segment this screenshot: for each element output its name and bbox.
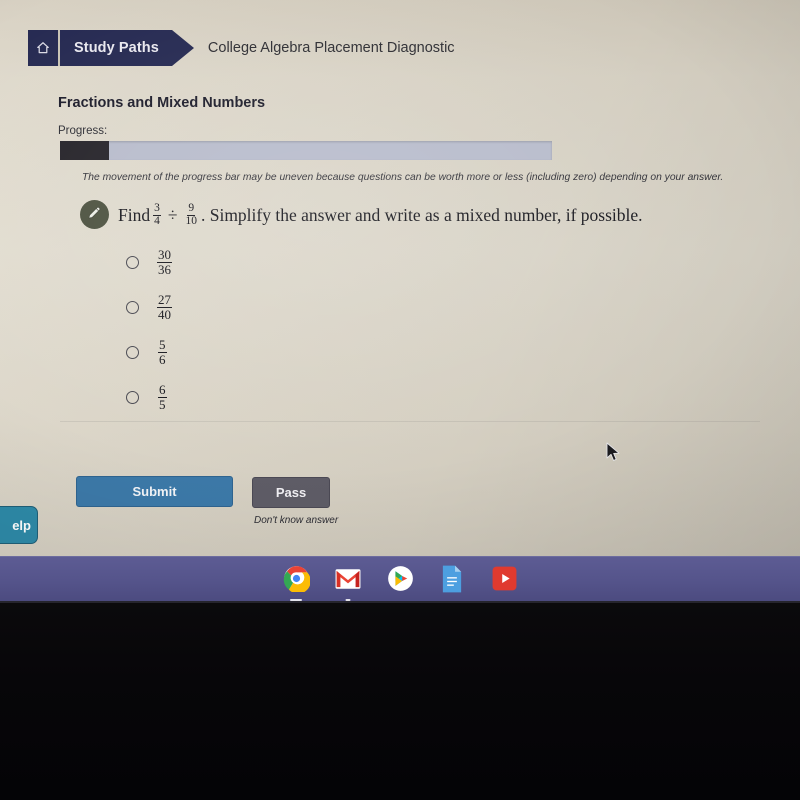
answer-option-fraction: 5 6: [158, 338, 167, 366]
help-tab[interactable]: elp: [0, 506, 38, 544]
radio-button[interactable]: [126, 346, 139, 359]
mouse-cursor: [606, 442, 622, 464]
answer-option[interactable]: 5 6: [126, 330, 326, 375]
monitor-bezel: [0, 601, 800, 800]
answer-option-fraction: 27 40: [157, 293, 172, 321]
question-operator: ÷: [167, 204, 178, 225]
breadcrumb-current-title: College Algebra Placement Diagnostic: [207, 40, 455, 56]
operand-1-numerator: 3: [153, 202, 161, 216]
pass-button-label: Pass: [275, 485, 307, 500]
question-text: Find 3 4 ÷ 9 10 . Simplify the answer an…: [118, 202, 643, 228]
radio-button[interactable]: [126, 256, 139, 269]
answer-option[interactable]: 6 5: [126, 375, 326, 420]
chromeos-shelf: [0, 556, 800, 601]
question-operand-2: 9 10: [184, 202, 198, 228]
page-title: Fractions and Mixed Numbers: [58, 95, 266, 111]
answer-denominator: 6: [159, 352, 166, 367]
progress-bar: [60, 141, 552, 160]
help-tab-label: elp: [12, 517, 31, 533]
progress-bar-fill: [60, 141, 110, 160]
question-badge: [80, 200, 109, 229]
answer-option[interactable]: 27 40: [126, 285, 326, 330]
gmail-icon[interactable]: [334, 565, 362, 593]
question-tail: . Simplify the answer and write as a mix…: [200, 204, 643, 225]
answer-numerator: 27: [157, 292, 172, 308]
answer-numerator: 30: [157, 247, 172, 263]
home-button[interactable]: [28, 30, 60, 66]
radio-button[interactable]: [126, 301, 139, 314]
answer-denominator: 36: [158, 262, 171, 277]
pass-button-caption: Don't know answer: [254, 515, 339, 526]
question-lead: Find: [118, 204, 151, 225]
answer-option-fraction: 30 36: [157, 248, 172, 276]
play-store-icon[interactable]: [386, 565, 414, 593]
radio-button[interactable]: [126, 391, 139, 404]
breadcrumb-tab-label: Study Paths: [74, 40, 159, 56]
pass-button[interactable]: Pass: [252, 477, 330, 508]
progress-label: Progress:: [58, 125, 108, 137]
pencil-icon: [86, 204, 103, 226]
content-divider: [60, 421, 760, 422]
answer-denominator: 40: [158, 307, 171, 322]
google-docs-icon[interactable]: [438, 565, 466, 593]
home-icon: [36, 41, 50, 55]
operand-2-numerator: 9: [187, 202, 196, 216]
question-operand-1: 3 4: [153, 202, 161, 228]
answer-numerator: 5: [158, 337, 167, 353]
answer-option[interactable]: 30 36: [126, 240, 326, 285]
breadcrumb-tab-study-paths[interactable]: Study Paths: [60, 30, 172, 66]
answer-numerator: 6: [158, 382, 167, 398]
answer-options: 30 36 27 40 5 6 6 5: [126, 240, 326, 420]
operand-1-denominator: 4: [154, 214, 160, 227]
breadcrumb-chevron-icon: [171, 30, 194, 66]
answer-option-fraction: 6 5: [158, 383, 167, 411]
submit-button[interactable]: Submit: [76, 476, 233, 507]
browser-page: Study Paths College Algebra Placement Di…: [0, 0, 800, 556]
answer-denominator: 5: [159, 397, 166, 412]
progress-disclaimer: The movement of the progress bar may be …: [82, 172, 724, 183]
breadcrumb: Study Paths College Algebra Placement Di…: [28, 30, 455, 66]
chrome-icon[interactable]: [282, 565, 310, 593]
youtube-icon[interactable]: [490, 565, 518, 593]
submit-button-label: Submit: [132, 484, 177, 499]
operand-2-denominator: 10: [185, 214, 197, 227]
screenshot-root: Study Paths College Algebra Placement Di…: [0, 0, 800, 800]
